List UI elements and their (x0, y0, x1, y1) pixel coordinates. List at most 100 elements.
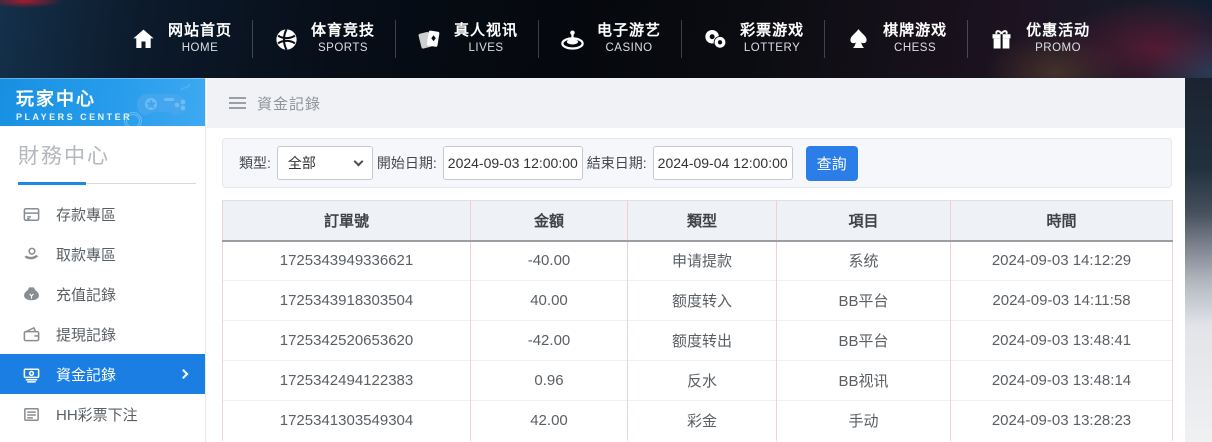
item-cell: BB平台 (776, 320, 951, 361)
nav-item-chess[interactable]: 棋牌游戏 CHESS (825, 12, 967, 66)
nav-item-casino[interactable]: 电子游艺 CASINO (539, 12, 681, 66)
end-date-input[interactable] (652, 146, 793, 180)
nav-label-zh: 优惠活动 (1026, 22, 1091, 40)
time-cell: 2024-09-03 13:28:23 (950, 400, 1173, 441)
chevron-right-icon (178, 369, 189, 379)
order-no-cell: 1725343918303504 (222, 280, 471, 321)
table-header-row: 訂單號 金額 類型 項目 時間 (222, 200, 1173, 242)
nav-item-text: 彩票游戏 LOTTERY (740, 21, 804, 57)
item-cell: 手动 (776, 400, 951, 441)
sidebar-item-label: 取款專區 (56, 246, 117, 264)
nav-item-lottery[interactable]: 彩票游戏 LOTTERY (682, 12, 824, 66)
sidebar-item-hh-lottery-bets[interactable]: HH彩票下注 (0, 394, 205, 434)
sidebar-item-label: 提現記錄 (56, 326, 117, 344)
time-cell: 2024-09-03 13:48:41 (950, 320, 1173, 361)
time-cell: 2024-09-03 14:11:58 (950, 280, 1173, 321)
funds-records-table: 訂單號 金額 類型 項目 時間 1725343949336621 -40.00 … (222, 200, 1173, 441)
table-row: 1725343918303504 40.00 额度转入 BB平台 2024-09… (222, 280, 1173, 321)
amount-cell: 0.96 (470, 360, 628, 401)
start-date-input[interactable] (442, 146, 583, 180)
deposit-icon (23, 207, 40, 221)
type-cell: 申请提款 (627, 240, 777, 281)
nav-label-en: LOTTERY (743, 42, 801, 55)
type-select[interactable]: 全部 (276, 146, 373, 180)
item-cell: 系统 (776, 240, 951, 281)
gift-icon (992, 29, 1011, 48)
hamburger-menu-icon[interactable] (229, 97, 246, 109)
table-row: 1725342520653620 -42.00 额度转出 BB平台 2024-0… (222, 320, 1173, 361)
nav-label-en: HOME (181, 42, 219, 55)
item-cell: BB平台 (776, 280, 951, 321)
nav-label-en: CHESS (894, 42, 937, 55)
nav-item-text: 网站首页 HOME (168, 21, 232, 57)
home-icon (133, 29, 154, 48)
document-icon (24, 407, 39, 421)
sidebar: 玩家中心 PLAYERS CENTER 財務中心 存款專區 取款專區 充值記錄 … (0, 78, 206, 442)
money-bag-icon (24, 286, 39, 300)
sidebar-item-withdraw[interactable]: 取款專區 (0, 234, 205, 274)
nav-item-home[interactable]: 网站首页 HOME (110, 12, 252, 66)
sidebar-item-funds-records[interactable]: 資金記錄 (0, 354, 205, 394)
sidebar-item-label: HH彩票下注 (56, 406, 138, 424)
nav-label-zh: 网站首页 (168, 22, 233, 40)
sidebar-item-deposit[interactable]: 存款專區 (0, 194, 205, 234)
nav-item-text: 真人视讯 LIVES (454, 21, 518, 57)
breadcrumb: 資金記錄 (207, 78, 1185, 128)
sidebar-item-room-bet-records[interactable]: 廳室投註記錄 (0, 434, 205, 442)
nav-label-zh: 彩票游戏 (740, 22, 805, 40)
finance-section-header: 財務中心 (0, 126, 205, 185)
amount-cell: 40.00 (470, 280, 628, 321)
nav-item-sports[interactable]: 体育竞技 SPORTS (253, 12, 395, 66)
nav-label-zh: 棋牌游戏 (883, 22, 948, 40)
nav-item-promo[interactable]: 优惠活动 PROMO (968, 12, 1110, 66)
search-button[interactable]: 查詢 (805, 145, 858, 181)
type-label: 類型: (239, 155, 271, 171)
header-order-no: 訂單號 (222, 200, 471, 242)
header-amount: 金額 (470, 200, 628, 242)
amount-cell: -40.00 (470, 240, 628, 281)
nav-label-en: PROMO (1035, 42, 1082, 55)
table-row: 1725342494122383 0.96 反水 BB视讯 2024-09-03… (222, 360, 1173, 401)
nav-item-lives[interactable]: 真人视讯 LIVES (396, 12, 538, 66)
header-item: 項目 (776, 200, 951, 242)
type-cell: 额度转出 (627, 320, 777, 361)
amount-cell: -42.00 (470, 320, 628, 361)
nav-label-zh: 体育竞技 (311, 22, 376, 40)
withdraw-hand-icon (24, 247, 39, 259)
order-no-cell: 1725343949336621 (222, 240, 471, 281)
top-navigation: 网站首页 HOME 体育竞技 SPORTS 真人视讯 LIVES 电子游艺 CA… (0, 0, 1212, 78)
spade-icon (850, 28, 867, 48)
sidebar-item-withdrawal-records[interactable]: 提現記錄 (0, 314, 205, 354)
filter-bar: 類型: 全部 開始日期: 結束日期: 查詢 (222, 138, 1172, 188)
lottery-balls-icon (705, 29, 727, 49)
players-center-page: 网站首页 HOME 体育竞技 SPORTS 真人视讯 LIVES 电子游艺 CA… (0, 0, 1212, 442)
type-cell: 反水 (627, 360, 777, 401)
nav-item-text: 体育竞技 SPORTS (311, 21, 375, 57)
banknotes-icon (23, 368, 40, 383)
poker-chip-decoration (124, 112, 142, 126)
order-no-cell: 1725341303549304 (222, 400, 471, 441)
amount-cell: 42.00 (470, 400, 628, 441)
order-no-cell: 1725342520653620 (222, 320, 471, 361)
sidebar-menu: 存款專區 取款專區 充值記錄 提現記錄 資金記錄 HH彩票下注 (0, 194, 205, 442)
table-row: 1725341303549304 42.00 彩金 手动 2024-09-03 … (222, 400, 1173, 441)
sidebar-item-recharge-records[interactable]: 充值記錄 (0, 274, 205, 314)
header-type: 類型 (627, 200, 777, 242)
item-cell: BB视讯 (776, 360, 951, 401)
type-cell: 额度转入 (627, 280, 777, 321)
page-title: 資金記錄 (257, 95, 322, 113)
nav-item-text: 棋牌游戏 CHESS (883, 21, 947, 57)
type-cell: 彩金 (627, 400, 777, 441)
sidebar-item-label: 存款專區 (56, 206, 117, 224)
nav-label-en: LIVES (468, 42, 504, 55)
header-time: 時間 (950, 200, 1173, 242)
finance-section-title: 財務中心 (18, 145, 110, 168)
wallet-icon (23, 326, 40, 341)
order-no-cell: 1725342494122383 (222, 360, 471, 401)
nav-label-en: CASINO (605, 42, 653, 55)
table-row: 1725343949336621 -40.00 申请提款 系统 2024-09-… (222, 240, 1173, 281)
nav-item-text: 电子游艺 CASINO (597, 21, 661, 57)
sidebar-header: 玩家中心 PLAYERS CENTER (0, 78, 205, 126)
gamepad-decoration-icon (137, 83, 191, 115)
section-underline (18, 182, 196, 185)
